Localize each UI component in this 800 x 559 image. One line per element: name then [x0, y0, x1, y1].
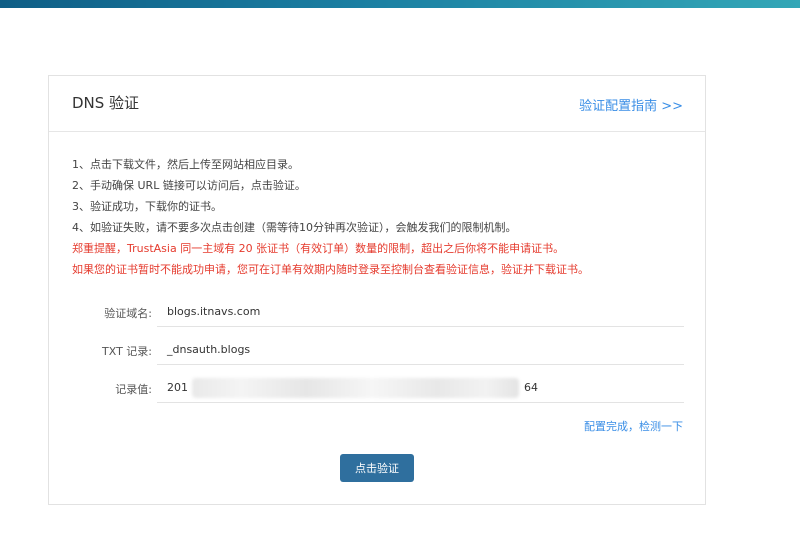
- domain-value[interactable]: blogs.itnavs.com: [157, 299, 684, 327]
- record-value-field[interactable]: 201 64: [157, 375, 684, 403]
- domain-row: 验证域名: blogs.itnavs.com: [72, 299, 684, 327]
- verify-button[interactable]: 点击验证: [340, 454, 414, 482]
- instructions-block: 1、点击下载文件，然后上传至网站相应目录。 2、手动确保 URL 链接可以访问后…: [72, 154, 692, 280]
- instruction-step-4: 4、如验证失败，请不要多次点击创建（需等待10分钟再次验证），会触发我们的限制机…: [72, 221, 517, 234]
- domain-label: 验证域名:: [104, 307, 152, 320]
- dns-verification-card: DNS 验证 验证配置指南 >> 1、点击下载文件，然后上传至网站相应目录。 2…: [48, 75, 706, 505]
- card-header: DNS 验证 验证配置指南 >>: [49, 76, 705, 132]
- txt-record-value[interactable]: _dnsauth.blogs: [157, 337, 684, 365]
- txt-record-row: TXT 记录: _dnsauth.blogs: [72, 337, 684, 365]
- txt-record-label: TXT 记录:: [102, 345, 152, 358]
- verification-guide-link[interactable]: 验证配置指南 >>: [579, 95, 683, 114]
- record-value-label: 记录值:: [115, 383, 152, 396]
- instruction-step-2: 2、手动确保 URL 链接可以访问后，点击验证。: [72, 179, 306, 192]
- record-value-suffix: 64: [524, 381, 538, 394]
- redacted-blur: [192, 378, 519, 398]
- instruction-step-3: 3、验证成功，下载你的证书。: [72, 200, 222, 213]
- record-value-row: 记录值: 201 64: [72, 375, 684, 403]
- warning-quota-notice: 郑重提醒，TrustAsia 同一主域有 20 张证书（有效订单）数量的限制，超…: [72, 242, 565, 255]
- record-value-prefix: 201: [167, 381, 188, 394]
- check-config-link[interactable]: 配置完成，检测一下: [584, 418, 683, 434]
- warning-retry-notice: 如果您的证书暂时不能成功申请，您可在订单有效期内随时登录至控制台查看验证信息，验…: [72, 263, 589, 276]
- top-accent-bar: [0, 0, 800, 8]
- card-title: DNS 验证: [72, 94, 140, 112]
- instruction-step-1: 1、点击下载文件，然后上传至网站相应目录。: [72, 158, 299, 171]
